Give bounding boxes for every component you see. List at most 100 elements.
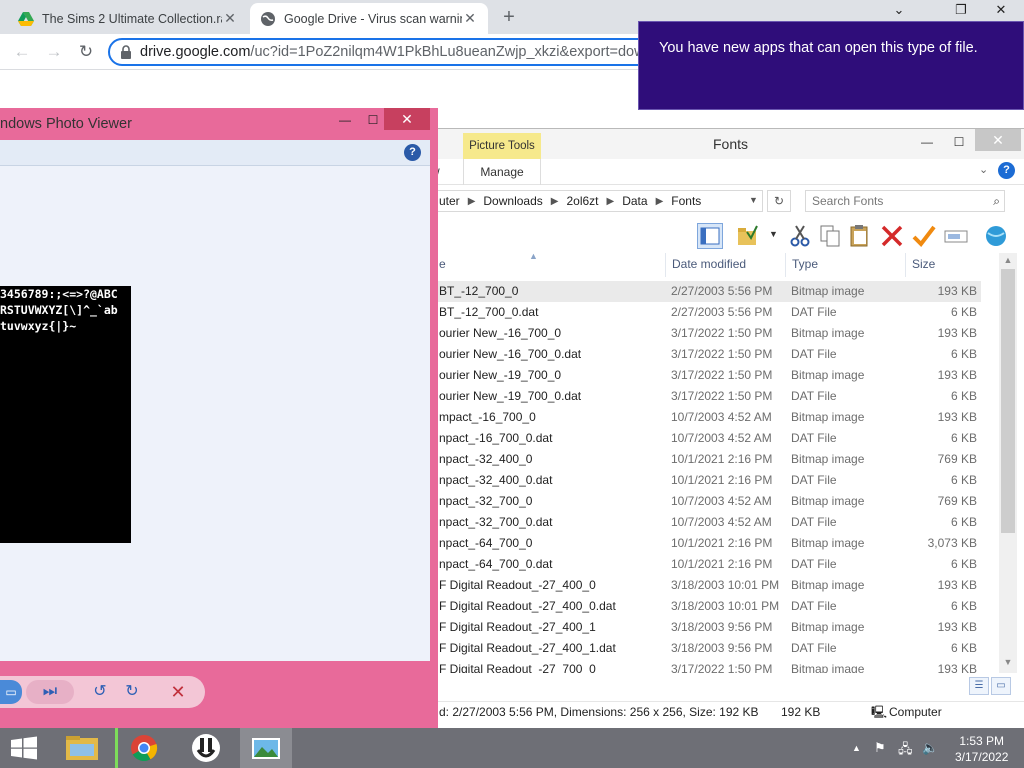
delete-icon[interactable] xyxy=(879,223,905,249)
chevron-down-icon[interactable]: ⌄ xyxy=(979,163,988,176)
folder-options-icon[interactable] xyxy=(735,223,761,249)
scroll-up-icon[interactable]: ▲ xyxy=(999,255,1017,265)
table-row[interactable]: npact_-64_700_0.dat 10/1/2021 2:16 PM DAT … xyxy=(433,554,981,575)
action-center-icon[interactable]: ⚑ xyxy=(874,740,886,756)
restore-icon[interactable]: ❐ xyxy=(944,0,978,22)
rename-icon[interactable] xyxy=(943,223,969,249)
minimize-icon[interactable]: — xyxy=(332,110,358,132)
table-row[interactable]: npact_-64_700_0 10/1/2021 2:16 PM Bitmap i… xyxy=(433,533,981,554)
breadcrumb[interactable]: uter ▶ Downloads ▶ 2ol6zt ▶ Data ▶ Fonts xyxy=(433,190,763,212)
table-row[interactable]: F Digital Readout_-27_400_1.dat 3/18/2003… xyxy=(433,638,981,659)
delete-icon[interactable]: ✕ xyxy=(166,680,190,704)
table-row[interactable]: F Digital Readout_-27_400_1 3/18/2003 9:5… xyxy=(433,617,981,638)
help-icon[interactable]: ? xyxy=(998,162,1015,179)
checkmark-icon[interactable] xyxy=(911,223,937,249)
table-row[interactable]: BT_-12_700_0 2/27/2003 5:56 PM Bitmap imag… xyxy=(433,281,981,302)
app-taskbar-button[interactable] xyxy=(180,728,232,768)
cut-icon[interactable] xyxy=(787,223,813,249)
close-button[interactable]: ✕ xyxy=(975,129,1021,151)
photo-viewer-taskbar-button[interactable] xyxy=(240,728,292,768)
details-view-icon[interactable]: ☰ xyxy=(969,677,989,695)
column-type[interactable]: Type xyxy=(785,253,905,277)
close-icon[interactable]: ✕ xyxy=(984,0,1018,22)
breadcrumb-item[interactable]: Downloads xyxy=(483,194,542,208)
close-tab-icon[interactable]: ✕ xyxy=(222,10,238,27)
breadcrumb-item[interactable]: Data xyxy=(622,194,647,208)
scroll-down-icon[interactable]: ▼ xyxy=(999,657,1017,667)
ribbon-tab-manage[interactable]: Manage xyxy=(463,159,541,185)
file-size: 6 KB xyxy=(950,389,977,403)
file-name: ourier New_-16_700_0.dat xyxy=(439,347,582,361)
slideshow-icon[interactable]: ▭ xyxy=(0,680,22,704)
table-row[interactable]: F Digital Readout_-27_400_0.dat 3/18/2003… xyxy=(433,596,981,617)
file-size: 193 KB xyxy=(937,368,977,382)
file-date: 3/17/2022 1:50 PM xyxy=(671,662,773,673)
new-apps-notification[interactable]: You have new apps that can open this typ… xyxy=(638,21,1024,110)
close-button[interactable]: ✕ xyxy=(384,108,430,130)
tab-title: Google Drive - Virus scan warnin xyxy=(284,11,462,26)
table-row[interactable]: F Digital Readout_-27_700_0 3/17/2022 1:5… xyxy=(433,659,981,673)
refresh-button[interactable]: ↻ xyxy=(767,190,791,212)
file-explorer-taskbar-button[interactable] xyxy=(56,728,108,768)
address-bar[interactable]: drive.google.com/uc?id=1PoZ2nilqm4W1PkBh… xyxy=(108,38,668,66)
start-button[interactable] xyxy=(0,728,48,768)
file-date: 3/18/2003 9:56 PM xyxy=(671,641,773,655)
file-type: Bitmap image xyxy=(791,662,865,673)
back-button[interactable]: ← xyxy=(10,40,34,64)
tab-google-drive[interactable]: Google Drive - Virus scan warnin ✕ xyxy=(250,3,488,34)
table-row[interactable]: ourier New_-19_700_0.dat 3/17/2022 1:50 P… xyxy=(433,386,981,407)
url-path: /uc?id=1PoZ2nilqm4W1PkBhLu8ueanZwjp_xkzi… xyxy=(250,44,656,60)
table-row[interactable]: npact_-32_400_0 10/1/2021 2:16 PM Bitmap i… xyxy=(433,449,981,470)
breadcrumb-item[interactable]: Fonts xyxy=(671,194,701,208)
chrome-taskbar-button[interactable] xyxy=(118,728,170,768)
next-button[interactable]: ⏭ xyxy=(26,680,74,704)
new-tab-button[interactable]: + xyxy=(498,4,520,30)
explorer-ribbon: w Manage ⌄ ? xyxy=(431,159,1024,185)
preview-pane-icon[interactable] xyxy=(697,223,723,249)
breadcrumb-item[interactable]: 2ol6zt xyxy=(566,194,598,208)
table-row[interactable]: F Digital Readout_-27_400_0 3/18/2003 10:… xyxy=(433,575,981,596)
table-row[interactable]: BT_-12_700_0.dat 2/27/2003 5:56 PM DAT Fil… xyxy=(433,302,981,323)
chevron-up-icon[interactable]: ▲ xyxy=(852,743,861,753)
vertical-scrollbar[interactable]: ▲ ▼ xyxy=(999,253,1017,673)
network-icon[interactable]: 🖧 xyxy=(898,740,913,762)
help-icon[interactable]: ? xyxy=(404,144,421,161)
table-row[interactable]: npact_-32_700_0 10/7/2003 4:52 AM Bitmap i… xyxy=(433,491,981,512)
table-row[interactable]: mpact_-16_700_0 10/7/2003 4:52 AM Bitmap i… xyxy=(433,407,981,428)
volume-icon[interactable]: 🔈 xyxy=(922,740,938,756)
clock[interactable]: 1:53 PM 3/17/2022 xyxy=(955,733,1008,765)
table-row[interactable]: npact_-32_400_0.dat 10/1/2021 2:16 PM DAT … xyxy=(433,470,981,491)
network-icon[interactable] xyxy=(983,223,1009,249)
large-icons-view-icon[interactable]: ▭ xyxy=(991,677,1011,695)
table-row[interactable]: ourier New_-16_700_0 3/17/2022 1:50 PM Bit… xyxy=(433,323,981,344)
maximize-icon[interactable]: ☐ xyxy=(943,131,975,155)
forward-button[interactable]: → xyxy=(42,40,66,64)
lock-icon xyxy=(121,45,131,59)
table-row[interactable]: npact_-16_700_0.dat 10/7/2003 4:52 AM DAT … xyxy=(433,428,981,449)
table-row[interactable]: ourier New_-19_700_0 3/17/2022 1:50 PM Bit… xyxy=(433,365,981,386)
chevron-down-icon[interactable]: ▼ xyxy=(769,229,778,239)
file-name: npact_-64_700_0.dat xyxy=(439,557,553,571)
breadcrumb-item[interactable]: uter xyxy=(439,194,460,208)
tab-sims2[interactable]: The Sims 2 Ultimate Collection.ra ✕ xyxy=(8,3,248,34)
table-row[interactable]: npact_-32_700_0.dat 10/7/2003 4:52 AM DAT … xyxy=(433,512,981,533)
copy-icon[interactable] xyxy=(817,223,843,249)
maximize-icon[interactable]: ☐ xyxy=(360,110,386,132)
glyph-row: tuvwxyz{|}~ xyxy=(0,319,77,333)
rotate-right-icon[interactable]: ↻ xyxy=(120,680,144,704)
paste-icon[interactable] xyxy=(847,223,873,249)
rotate-left-icon[interactable]: ↺ xyxy=(88,680,112,704)
table-row[interactable]: ourier New_-16_700_0.dat 3/17/2022 1:50 P… xyxy=(433,344,981,365)
scrollbar-thumb[interactable] xyxy=(1001,269,1015,533)
chevron-down-icon[interactable]: ⌄ xyxy=(882,0,916,22)
close-tab-icon[interactable]: ✕ xyxy=(462,10,478,27)
column-name[interactable]: e xyxy=(433,253,665,277)
column-date-modified[interactable]: Date modified xyxy=(665,253,785,277)
search-input[interactable]: Search Fonts ⌕ xyxy=(805,190,1005,212)
chevron-down-icon[interactable]: ▼ xyxy=(749,195,758,205)
reload-button[interactable]: ↻ xyxy=(74,40,98,64)
chevron-right-icon: ▶ xyxy=(550,195,559,207)
picture-tools-tab[interactable]: Picture Tools xyxy=(463,133,541,159)
minimize-icon[interactable]: — xyxy=(911,131,943,155)
column-size[interactable]: Size xyxy=(905,253,999,277)
